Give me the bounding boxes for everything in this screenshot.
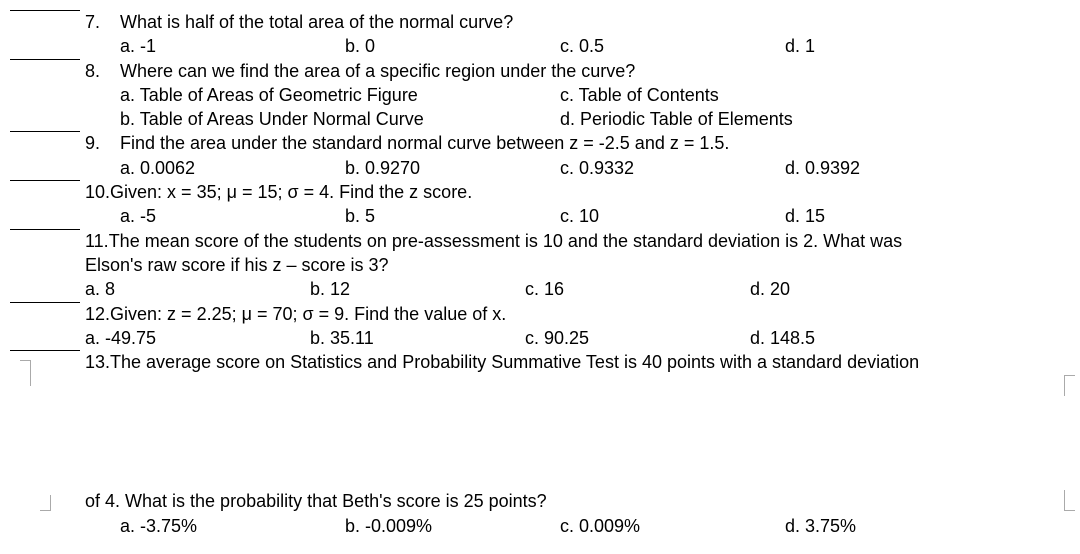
q13-text-cont: of 4. What is the probability that Beth'…	[85, 489, 1070, 513]
q7-option-d: d. 1	[785, 34, 815, 58]
q12-option-a: a. -49.75	[85, 326, 310, 350]
q10-option-b: b. 5	[345, 204, 560, 228]
q12-option-c: c. 90.25	[525, 326, 750, 350]
q9-option-c: c. 0.9332	[560, 156, 785, 180]
q8-text: Where can we find the area of a specific…	[120, 59, 635, 83]
q12-text: Given: z = 2.25; μ = 70; σ = 9. Find the…	[110, 302, 506, 326]
q7-option-b: b. 0	[345, 34, 560, 58]
q11-text-cont: Elson's raw score if his z – score is 3?	[85, 253, 1070, 277]
q9-option-b: b. 0.9270	[345, 156, 560, 180]
q8-number: 8.	[85, 59, 120, 83]
q9-option-a: a. 0.0062	[120, 156, 345, 180]
q10-text: Given: x = 35; μ = 15; σ = 4. Find the z…	[110, 180, 472, 204]
crop-mark-icon	[40, 495, 51, 511]
q11-text: The mean score of the students on pre-as…	[109, 229, 902, 253]
q13-option-d: d. 3.75%	[785, 514, 856, 538]
q8-option-c: c. Table of Contents	[560, 83, 793, 107]
q10-number: 10.	[85, 180, 110, 204]
crop-mark-icon	[1064, 375, 1075, 396]
q8-option-a: a. Table of Areas of Geometric Figure	[120, 83, 560, 107]
q7-option-c: c. 0.5	[560, 34, 785, 58]
q13-text: The average score on Statistics and Prob…	[110, 350, 919, 374]
answer-blank-12[interactable]	[10, 302, 80, 303]
answer-blank-8[interactable]	[10, 59, 80, 60]
crop-mark-icon	[20, 360, 31, 386]
q12-option-b: b. 35.11	[310, 326, 525, 350]
q11-option-b: b. 12	[310, 277, 525, 301]
q8-option-d: d. Periodic Table of Elements	[560, 107, 793, 131]
q11-option-d: d. 20	[750, 277, 790, 301]
answer-blank-11[interactable]	[10, 229, 80, 230]
q11-option-a: a. 8	[85, 277, 310, 301]
answer-blank-13[interactable]	[10, 350, 80, 351]
answer-blank-7[interactable]	[10, 10, 80, 11]
q10-option-c: c. 10	[560, 204, 785, 228]
q9-text: Find the area under the standard normal …	[120, 131, 729, 155]
q7-number: 7.	[85, 10, 120, 34]
q10-option-a: a. -5	[120, 204, 345, 228]
q11-number: 11.	[85, 229, 109, 253]
q9-option-d: d. 0.9392	[785, 156, 860, 180]
q13-option-c: c. 0.009%	[560, 514, 785, 538]
q7-text: What is half of the total area of the no…	[120, 10, 513, 34]
answer-blank-10[interactable]	[10, 180, 80, 181]
q12-number: 12.	[85, 302, 110, 326]
q12-option-d: d. 148.5	[750, 326, 815, 350]
q13-option-b: b. -0.009%	[345, 514, 560, 538]
q13-option-a: a. -3.75%	[120, 514, 345, 538]
crop-mark-icon	[1064, 490, 1075, 511]
answer-blank-9[interactable]	[10, 131, 80, 132]
q8-option-b: b. Table of Areas Under Normal Curve	[120, 107, 560, 131]
q13-number: 13.	[85, 350, 110, 374]
q7-option-a: a. -1	[120, 34, 345, 58]
q9-number: 9.	[85, 131, 120, 155]
q11-option-c: c. 16	[525, 277, 750, 301]
q10-option-d: d. 15	[785, 204, 825, 228]
